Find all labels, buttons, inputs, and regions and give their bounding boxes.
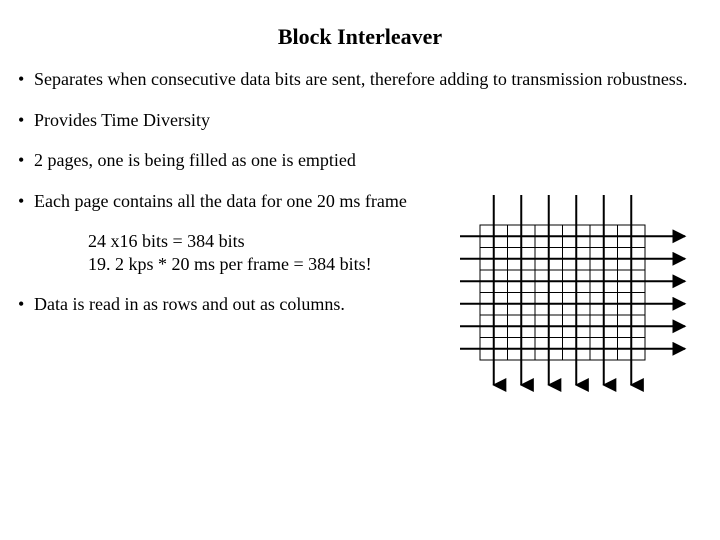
bullet-item: Separates when consecutive data bits are… bbox=[18, 68, 702, 91]
interleaver-diagram bbox=[460, 195, 695, 395]
grid-arrows-icon bbox=[460, 195, 695, 395]
bullet-item: Provides Time Diversity bbox=[18, 109, 702, 132]
page-title: Block Interleaver bbox=[18, 24, 702, 50]
slide: Block Interleaver Separates when consecu… bbox=[0, 0, 720, 540]
bullet-item: 2 pages, one is being filled as one is e… bbox=[18, 149, 702, 172]
bullet-list: Separates when consecutive data bits are… bbox=[18, 68, 702, 212]
